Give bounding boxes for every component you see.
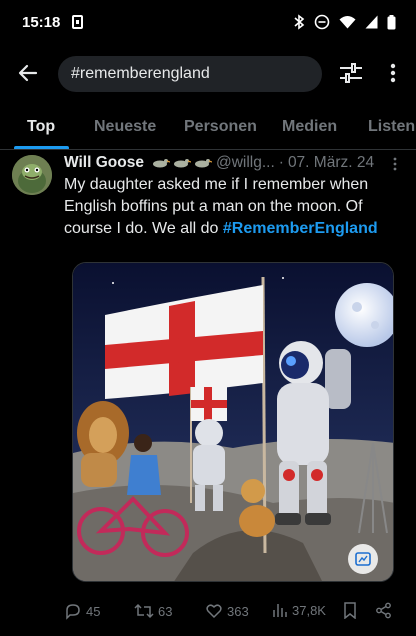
wifi-icon [339, 16, 356, 29]
like-count: 363 [227, 603, 249, 619]
tab-personen[interactable]: Personen [184, 118, 257, 136]
tweet-media-image[interactable] [72, 262, 394, 582]
bookmark-button[interactable] [343, 602, 357, 619]
retweet-count: 63 [158, 603, 173, 619]
tweet-header: Will Goose @willg... · 07. März. 24 [64, 152, 404, 174]
retweet-button[interactable]: 63 [134, 602, 172, 620]
like-button[interactable]: 363 [205, 602, 249, 620]
goose-emoji-icon [152, 159, 170, 168]
author-name[interactable]: Will Goose [64, 154, 144, 172]
name-emojis [150, 157, 212, 169]
filter-sliders-icon[interactable] [338, 60, 364, 86]
views-chart-icon [273, 604, 287, 617]
hashtag-link[interactable]: #RememberEngland [223, 220, 378, 237]
tab-neueste[interactable]: Neueste [94, 118, 156, 136]
reply-button[interactable]: 45 [64, 602, 100, 620]
battery-icon [387, 14, 396, 29]
share-button[interactable] [375, 602, 392, 619]
media-expand-icon[interactable] [348, 544, 378, 574]
tweet-actions: 45 63 363 37,8K [0, 596, 416, 628]
tab-medien[interactable]: Medien [282, 118, 337, 136]
tab-top[interactable]: Top [27, 118, 55, 136]
status-bar: 15:18 [0, 0, 416, 44]
more-options-icon[interactable] [385, 61, 401, 85]
signal-icon [365, 15, 378, 29]
tab-listen[interactable]: Listen [368, 118, 415, 136]
heart-icon [206, 604, 222, 619]
tweet-date[interactable]: 07. März. 24 [288, 154, 374, 172]
sim-card-icon [72, 15, 84, 29]
reply-icon [66, 604, 80, 620]
status-icons [293, 14, 396, 30]
separator-dot: · [278, 154, 284, 171]
retweet-icon [134, 603, 154, 619]
search-header: #rememberengland [0, 44, 416, 102]
bookmark-icon [344, 602, 356, 619]
author-handle[interactable]: @willg... [216, 154, 275, 172]
share-icon [376, 602, 391, 619]
reply-count: 45 [86, 603, 101, 619]
views-button[interactable]: 37,8K [272, 602, 326, 618]
bluetooth-icon [294, 14, 305, 30]
back-arrow-icon[interactable] [16, 61, 40, 85]
active-tab-indicator [14, 146, 69, 149]
search-tabs: Top Neueste Personen Medien Listen [0, 102, 416, 150]
views-count: 37,8K [292, 602, 326, 618]
do-not-disturb-icon [314, 14, 330, 30]
tweet-more-icon[interactable] [391, 156, 399, 172]
avatar[interactable] [12, 155, 52, 195]
search-input[interactable]: #rememberengland [58, 56, 322, 92]
tweet-text: My daughter asked me if I remember when … [64, 174, 404, 240]
goose-emoji-icon [194, 159, 212, 168]
goose-emoji-icon [173, 159, 191, 168]
status-time: 15:18 [22, 13, 61, 31]
